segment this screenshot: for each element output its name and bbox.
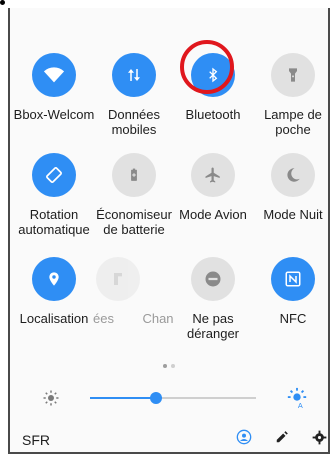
tile-dnd[interactable]: Ne pas déranger: [172, 257, 254, 341]
partial-toggle[interactable]: [96, 257, 140, 301]
tile-label: Ne pas déranger: [186, 311, 240, 341]
tile-rotation[interactable]: Rotation automatique: [13, 153, 95, 237]
tile-label: ées: [93, 311, 114, 326]
tile-airplane[interactable]: Mode Avion: [172, 153, 254, 222]
tile-partial-1[interactable]: ées: [93, 257, 143, 326]
night-mode-toggle[interactable]: [271, 153, 315, 197]
tile-label: Mode Nuit: [263, 207, 323, 222]
edit-icon[interactable]: [273, 428, 291, 446]
rotation-toggle[interactable]: [32, 153, 76, 197]
tile-label: Mode Avion: [179, 207, 247, 222]
tile-night-mode[interactable]: Mode Nuit: [252, 153, 333, 222]
brightness-slider[interactable]: [90, 392, 256, 404]
location-icon: [49, 272, 59, 286]
flashlight-toggle[interactable]: [271, 53, 315, 97]
wifi-toggle[interactable]: [32, 53, 76, 97]
tile-label: Bbox-Welcom: [13, 107, 95, 122]
nfc-icon: [285, 271, 301, 287]
tile-label: Données mobiles: [107, 107, 161, 137]
carrier-name: SFR: [22, 432, 50, 448]
flashlight-icon: [289, 68, 297, 82]
page-dot-active: [163, 364, 167, 368]
highlight-circle: [180, 40, 234, 94]
page-indicator: [163, 364, 175, 368]
battery-saver-icon: [131, 168, 137, 181]
tile-label: Localisation: [19, 311, 89, 326]
corner-dot: [0, 0, 5, 5]
auto-rotate-icon: [46, 167, 62, 183]
location-toggle[interactable]: [32, 257, 76, 301]
battery-saver-toggle[interactable]: [112, 153, 156, 197]
airplane-toggle[interactable]: [191, 153, 235, 197]
tile-nfc[interactable]: NFC: [252, 257, 333, 326]
airplane-icon: [205, 167, 220, 183]
dnd-toggle[interactable]: [191, 257, 235, 301]
do-not-disturb-icon: [205, 271, 221, 287]
tile-mobile-data[interactable]: Données mobiles: [93, 53, 175, 137]
tile-flashlight[interactable]: Lampe de poche: [252, 53, 333, 137]
nfc-toggle[interactable]: [271, 257, 315, 301]
tile-label: Lampe de poche: [264, 107, 322, 137]
tile-label: Bluetooth: [185, 107, 241, 122]
faded-icon: [114, 273, 122, 285]
user-icon[interactable]: [235, 428, 253, 446]
tile-label: Rotation automatique: [18, 207, 90, 237]
wifi-icon: [43, 67, 65, 83]
night-mode-icon: [287, 168, 300, 182]
tile-label: Économiseur de batterie: [96, 207, 172, 237]
brightness-low-icon: [42, 389, 60, 412]
tile-location[interactable]: Localisation: [13, 257, 95, 326]
auto-brightness-icon[interactable]: A: [286, 387, 308, 414]
brightness-fill: [90, 397, 157, 399]
page-dot-inactive: [171, 364, 175, 368]
mobile-data-icon: [128, 69, 140, 81]
mobile-data-toggle[interactable]: [112, 53, 156, 97]
settings-icon[interactable]: [310, 428, 328, 446]
tile-battery-saver[interactable]: Économiseur de batterie: [93, 153, 175, 237]
tile-wifi[interactable]: Bbox-Welcom: [13, 53, 95, 122]
svg-text:A: A: [298, 401, 303, 409]
tile-label: NFC: [279, 311, 307, 326]
